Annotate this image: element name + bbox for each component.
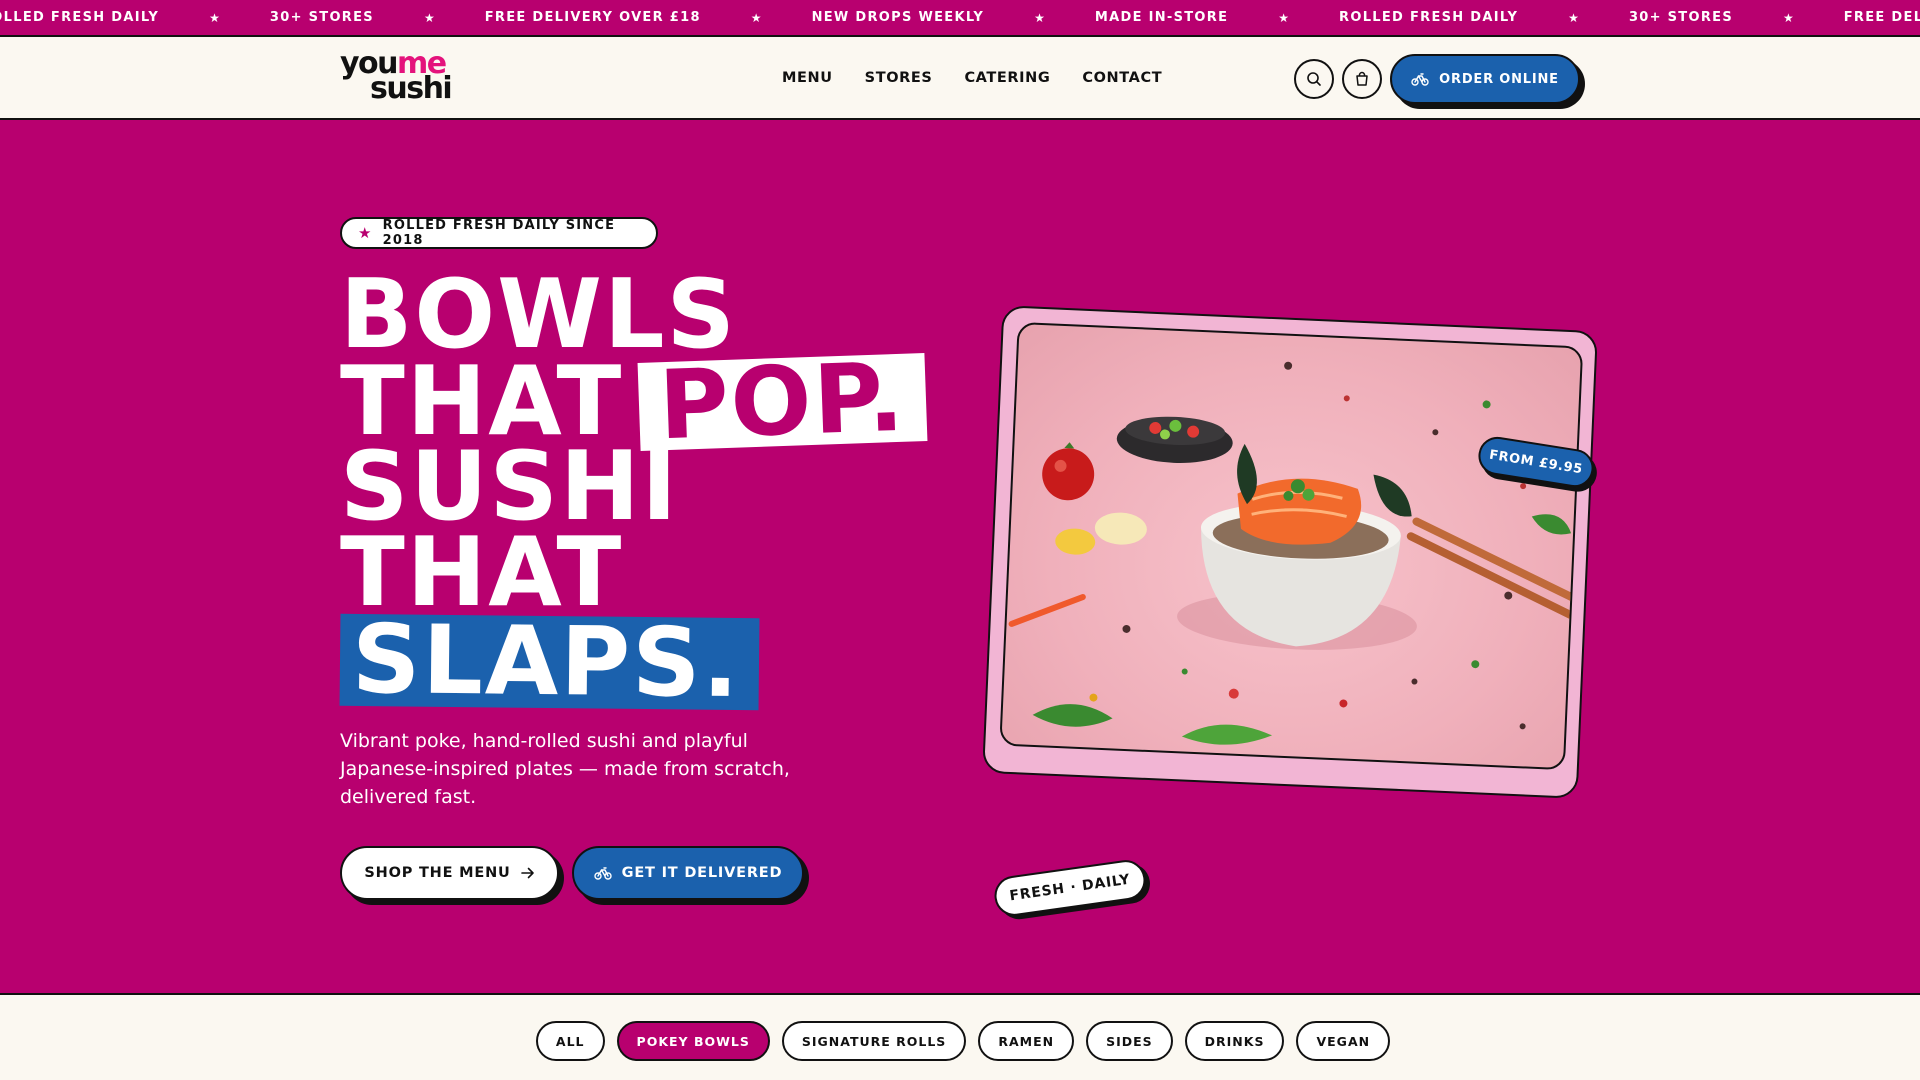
marquee-item: MADE IN-STORE [1094, 10, 1229, 25]
bike-icon [593, 867, 612, 880]
marquee-item: 30+ STORES [269, 10, 374, 25]
nav-item-contact[interactable]: CONTACT [1082, 70, 1162, 86]
category-chip-ramen[interactable]: RAMEN [978, 1021, 1075, 1061]
nav-item-catering[interactable]: CATERING [964, 70, 1050, 86]
order-online-button[interactable]: ORDER ONLINE [1390, 54, 1580, 104]
search-button[interactable] [1294, 59, 1334, 99]
category-chip-drinks[interactable]: DRINKS [1184, 1021, 1285, 1061]
main-nav: MENU STORES CATERING CONTACT [782, 37, 1162, 118]
category-chip-signature-rolls[interactable]: SIGNATURE ROLLS [781, 1021, 967, 1061]
category-chip-all[interactable]: ALL [535, 1021, 605, 1061]
announcement-marquee: ROLLED FRESH DAILY ★ 30+ STORES ★ FREE D… [0, 0, 1920, 37]
get-delivered-label: GET IT DELIVERED [621, 865, 783, 881]
cart-icon [1356, 71, 1368, 86]
shop-menu-label: SHOP THE MENU [364, 865, 511, 881]
marquee-item: ROLLED FRESH DAILY [1339, 10, 1519, 25]
since-badge: ★ ROLLED FRESH DAILY SINCE 2018 [340, 217, 658, 249]
poke-bowl-photo [999, 321, 1584, 771]
hero-photo-card [982, 305, 1598, 799]
category-chip-pokey-bowls[interactable]: POKEY BOWLS [616, 1021, 770, 1061]
marquee-track: ROLLED FRESH DAILY ★ 30+ STORES ★ FREE D… [0, 0, 1920, 35]
marquee-item: FREE DELIVERY OVER £18 [1843, 10, 1920, 25]
brand-logo[interactable]: youme sushi [340, 49, 456, 103]
shop-menu-button[interactable]: SHOP THE MENU [340, 846, 559, 900]
site-header: youme sushi MENU STORES CATERING CONTACT… [0, 37, 1920, 120]
star-icon: ★ [358, 224, 373, 242]
headline-line-5: SLAPS. [339, 605, 926, 719]
get-delivered-button[interactable]: GET IT DELIVERED [572, 846, 804, 900]
fresh-daily-tag: FRESH · DAILY [991, 857, 1149, 919]
marquee-star-icon: ★ [209, 10, 220, 25]
marquee-item: ROLLED FRESH DAILY [0, 10, 160, 25]
marquee-star-icon: ★ [1034, 10, 1045, 25]
marquee-star-icon: ★ [423, 10, 435, 25]
since-badge-label: ROLLED FRESH DAILY SINCE 2018 [382, 218, 616, 248]
category-filter-bar: ALL POKEY BOWLS SIGNATURE ROLLS RAMEN SI… [0, 997, 1920, 1080]
marquee-item: 30+ STORES [1628, 10, 1733, 25]
hero-subtext: Vibrant poke, hand-rolled sushi and play… [340, 730, 790, 808]
headline-slaps-highlight: SLAPS. [339, 605, 760, 719]
hero-headline: BOWLS THAT POP. SUSHI THAT SLAPS. [339, 268, 928, 719]
category-chip-vegan[interactable]: VEGAN [1296, 1021, 1391, 1061]
category-chip-sides[interactable]: SIDES [1086, 1021, 1173, 1061]
bike-icon [1411, 73, 1429, 86]
marquee-star-icon: ★ [1278, 10, 1290, 25]
marquee-star-icon: ★ [1568, 10, 1579, 25]
order-online-label: ORDER ONLINE [1439, 71, 1559, 87]
search-icon [1307, 72, 1321, 86]
arrow-right-icon [520, 867, 534, 879]
headline-pop-highlight: POP. [637, 343, 928, 461]
poke-bowl-illustration [1008, 361, 1579, 745]
headline-line-4: THAT [340, 518, 624, 628]
cart-button[interactable] [1342, 59, 1382, 99]
hero-section: ★ ROLLED FRESH DAILY SINCE 2018 BOWLS TH… [0, 120, 1920, 995]
nav-item-menu[interactable]: MENU [782, 70, 833, 86]
marquee-item: NEW DROPS WEEKLY [811, 10, 985, 25]
marquee-star-icon: ★ [750, 10, 762, 25]
marquee-star-icon: ★ [1782, 10, 1794, 25]
nav-item-stores[interactable]: STORES [865, 70, 933, 86]
marquee-item: FREE DELIVERY OVER £18 [484, 10, 701, 25]
